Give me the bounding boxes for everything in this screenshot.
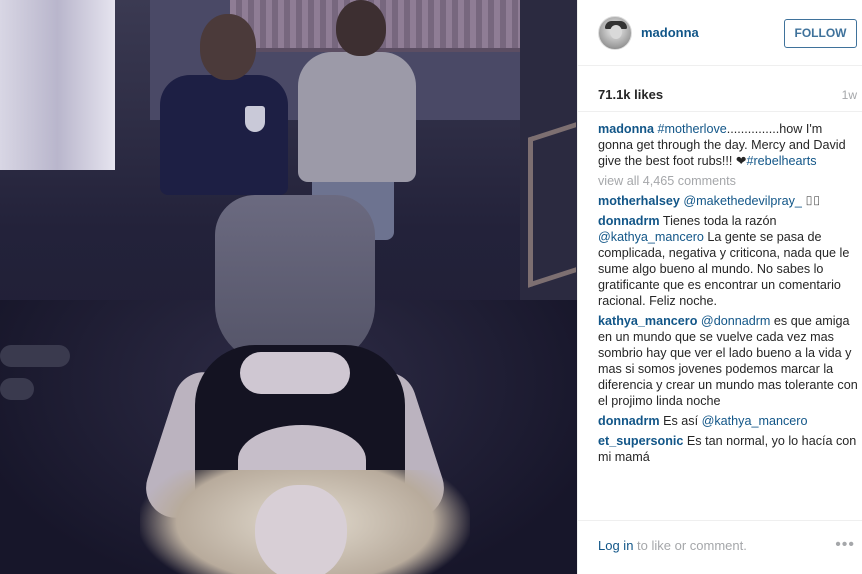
login-prompt-text: to like or comment. [633,538,747,553]
comments-list: madonna #motherlove...............how I'… [598,121,860,516]
photo-shoe [0,345,70,367]
heart-icon: ❤ [735,154,747,168]
photo-woman-hands [240,352,350,394]
photo-chair [528,122,576,288]
caption: madonna #motherlove...............how I'… [598,121,860,169]
photo-boy-head [200,14,256,80]
hashtag-link[interactable]: #rebelhearts [746,154,816,168]
login-prompt: Log in to like or comment. [598,538,747,553]
comment-text: ⌷⌷ [801,194,821,208]
username-link[interactable]: madonna [641,25,699,40]
post-sidebar: madonna FOLLOW 71.1k likes 1w madonna #m… [577,0,862,574]
comment-text: Tienes toda la razón [662,214,777,228]
follow-button[interactable]: FOLLOW [784,19,857,48]
photo-woman-face [255,485,347,574]
photo-girl [298,52,416,182]
comment-author[interactable]: motherhalsey [598,194,680,208]
more-options-icon[interactable]: ••• [835,536,855,554]
comment-item: kathya_mancero @donnadrm es que amiga en… [598,313,860,409]
comment-author[interactable]: donnadrm [598,414,660,428]
mention-link[interactable]: @kathya_mancero [598,230,704,244]
comment-item: et_supersonic Es tan normal, yo lo hacía… [598,433,860,465]
comment-item: donnadrm Es así @kathya_mancero [598,413,860,429]
profile-avatar[interactable] [598,16,632,50]
photo-shirt-crest [245,106,265,132]
avatar-face [610,25,622,39]
photo-girl-head [336,0,386,56]
mention-link[interactable]: @kathya_mancero [702,414,808,428]
photo-boy [160,75,288,195]
photo-woman-legs [215,195,375,365]
instagram-post: madonna FOLLOW 71.1k likes 1w madonna #m… [0,0,862,574]
hashtag-link[interactable]: #motherlove [657,122,726,136]
photo-shoe [0,378,34,400]
post-timestamp[interactable]: 1w [842,88,857,102]
mention-link[interactable]: @makethedevilpray_ [683,194,802,208]
comment-text: es que amiga en un mundo que se vuelve c… [598,314,858,408]
login-link[interactable]: Log in [598,538,633,553]
photo-curtain [0,0,115,170]
comment-item: donnadrm Tienes toda la razón @kathya_ma… [598,213,860,309]
post-footer: Log in to like or comment. ••• [578,520,862,574]
post-header: madonna FOLLOW [578,0,862,66]
comment-author[interactable]: et_supersonic [598,434,683,448]
likes-count[interactable]: 71.1k likes [598,87,663,102]
caption-author[interactable]: madonna [598,122,654,136]
post-photo[interactable] [0,0,577,574]
comment-text: Es así [663,414,702,428]
comment-author[interactable]: donnadrm [598,214,660,228]
comment-item: motherhalsey @makethedevilpray_ ⌷⌷ [598,193,860,209]
mention-link[interactable]: @donnadrm [701,314,771,328]
view-all-comments-link[interactable]: view all 4,465 comments [598,173,860,189]
post-meta: 71.1k likes 1w [578,66,862,112]
comment-author[interactable]: kathya_mancero [598,314,697,328]
